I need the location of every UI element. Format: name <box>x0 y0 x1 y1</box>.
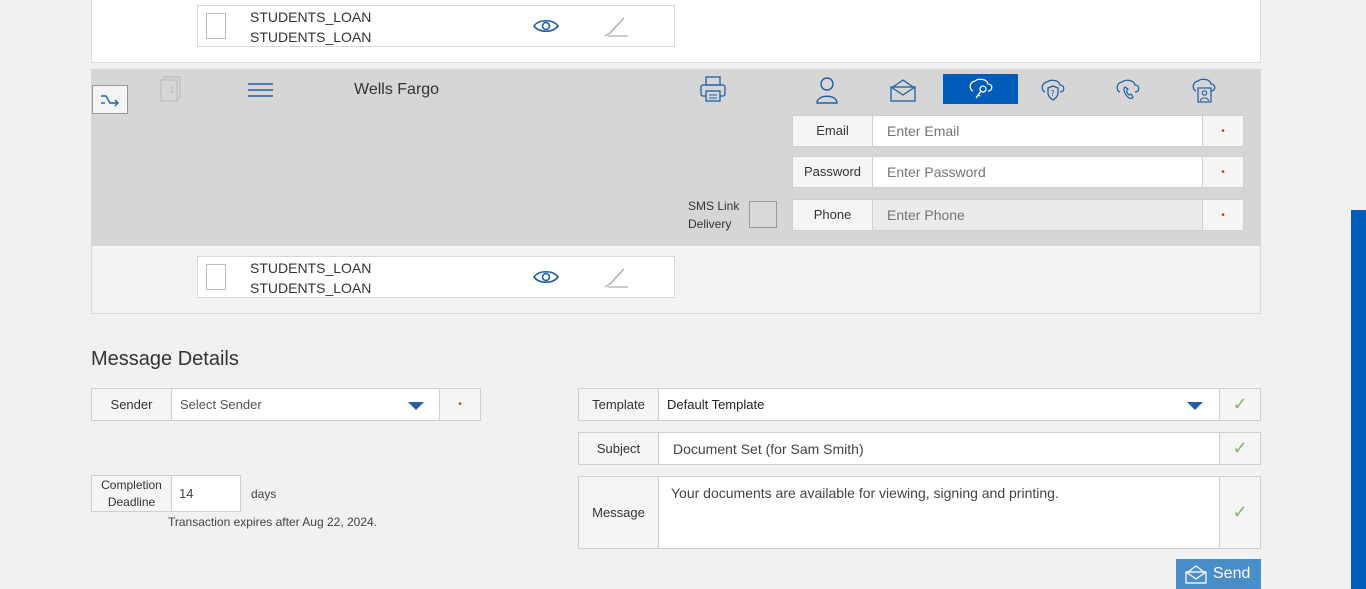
document-names: STUDENTS_LOAN STUDENTS_LOAN <box>250 7 371 47</box>
sms-label-line: Delivery <box>688 217 732 231</box>
section-title: Message Details <box>91 348 239 370</box>
phone-field[interactable] <box>872 199 1203 231</box>
svg-text:1: 1 <box>169 86 175 96</box>
expires-text: Transaction expires after Aug 22, 2024. <box>168 515 378 529</box>
email-label: Email <box>792 115 873 147</box>
menu-icon[interactable] <box>247 82 274 103</box>
message-text: Your documents are available for viewing… <box>671 485 1059 501</box>
document-name: STUDENTS_LOAN <box>250 29 372 45</box>
sender-label: Sender <box>91 388 172 421</box>
required-indicator: • <box>439 388 481 421</box>
send-label: Send <box>1213 565 1251 582</box>
template-select-value: Default Template <box>667 397 765 412</box>
print-icon[interactable] <box>699 75 727 108</box>
document-name: STUDENTS_LOAN <box>250 260 372 276</box>
phone-input[interactable] <box>885 206 1202 224</box>
key-icon[interactable] <box>943 74 1018 104</box>
eye-icon[interactable] <box>533 18 559 34</box>
template-check-icon: ✓ <box>1219 388 1261 421</box>
envelope-icon[interactable] <box>876 74 930 105</box>
signer-name: Wells Fargo <box>354 81 440 98</box>
template-select[interactable]: Default Template <box>658 388 1220 421</box>
days-label: days <box>251 487 277 501</box>
subject-field[interactable] <box>658 432 1220 465</box>
sms-link-checkbox[interactable] <box>749 201 777 228</box>
file-icon <box>206 264 226 290</box>
subject-label: Subject <box>578 432 659 465</box>
email-field[interactable] <box>872 115 1203 147</box>
subject-input[interactable] <box>671 439 1219 458</box>
subject-check-icon: ✓ <box>1219 432 1261 465</box>
required-indicator: • <box>1202 115 1244 147</box>
phone-label: Phone <box>792 199 873 231</box>
signature-pen-icon[interactable] <box>602 266 630 290</box>
completion-deadline-input[interactable] <box>177 485 240 502</box>
shield-question-icon[interactable]: ? <box>1026 74 1080 105</box>
signing-order-button[interactable] <box>92 85 128 114</box>
svg-text:?: ? <box>1051 89 1055 98</box>
sms-label-line: SMS Link <box>688 199 740 213</box>
document-stack-icon: 1 <box>160 76 182 107</box>
password-input[interactable] <box>885 163 1202 181</box>
email-input[interactable] <box>885 122 1202 140</box>
document-name: STUDENTS_LOAN <box>250 280 372 296</box>
message-check-icon: ✓ <box>1219 476 1261 549</box>
completion-label-line: Completion <box>101 477 162 492</box>
sender-select[interactable]: Select Sender <box>171 388 440 421</box>
sms-link-delivery-label: SMS Link Delivery <box>688 197 739 233</box>
envelope-icon <box>1185 565 1207 584</box>
document-name: STUDENTS_LOAN <box>250 9 372 25</box>
completion-deadline-field[interactable] <box>171 475 241 512</box>
signature-pen-icon[interactable] <box>602 15 630 39</box>
file-icon <box>206 13 226 39</box>
completion-deadline-label: Completion Deadline <box>91 475 172 512</box>
template-label: Template <box>578 388 659 421</box>
eye-icon[interactable] <box>533 269 559 285</box>
chevron-down-icon <box>1187 402 1203 410</box>
message-textarea[interactable]: Your documents are available for viewing… <box>658 476 1220 549</box>
document-names: STUDENTS_LOAN STUDENTS_LOAN <box>250 258 371 298</box>
required-indicator: • <box>1202 199 1244 231</box>
password-label: Password <box>792 156 873 188</box>
document-row: STUDENTS_LOAN STUDENTS_LOAN <box>197 5 675 47</box>
document-row: STUDENTS_LOAN STUDENTS_LOAN <box>197 256 675 298</box>
message-label: Message <box>578 476 659 549</box>
chevron-down-icon <box>408 402 424 410</box>
completion-label-line: Deadline <box>107 494 156 509</box>
required-indicator: • <box>1202 156 1244 188</box>
send-button[interactable]: Send <box>1176 559 1261 589</box>
password-field[interactable] <box>872 156 1203 188</box>
scrollbar-thumb[interactable] <box>1351 210 1366 589</box>
cloud-user-icon[interactable] <box>1177 74 1231 105</box>
person-icon[interactable] <box>800 74 854 105</box>
phone-icon[interactable] <box>1101 74 1155 105</box>
sender-select-value: Select Sender <box>180 397 262 412</box>
